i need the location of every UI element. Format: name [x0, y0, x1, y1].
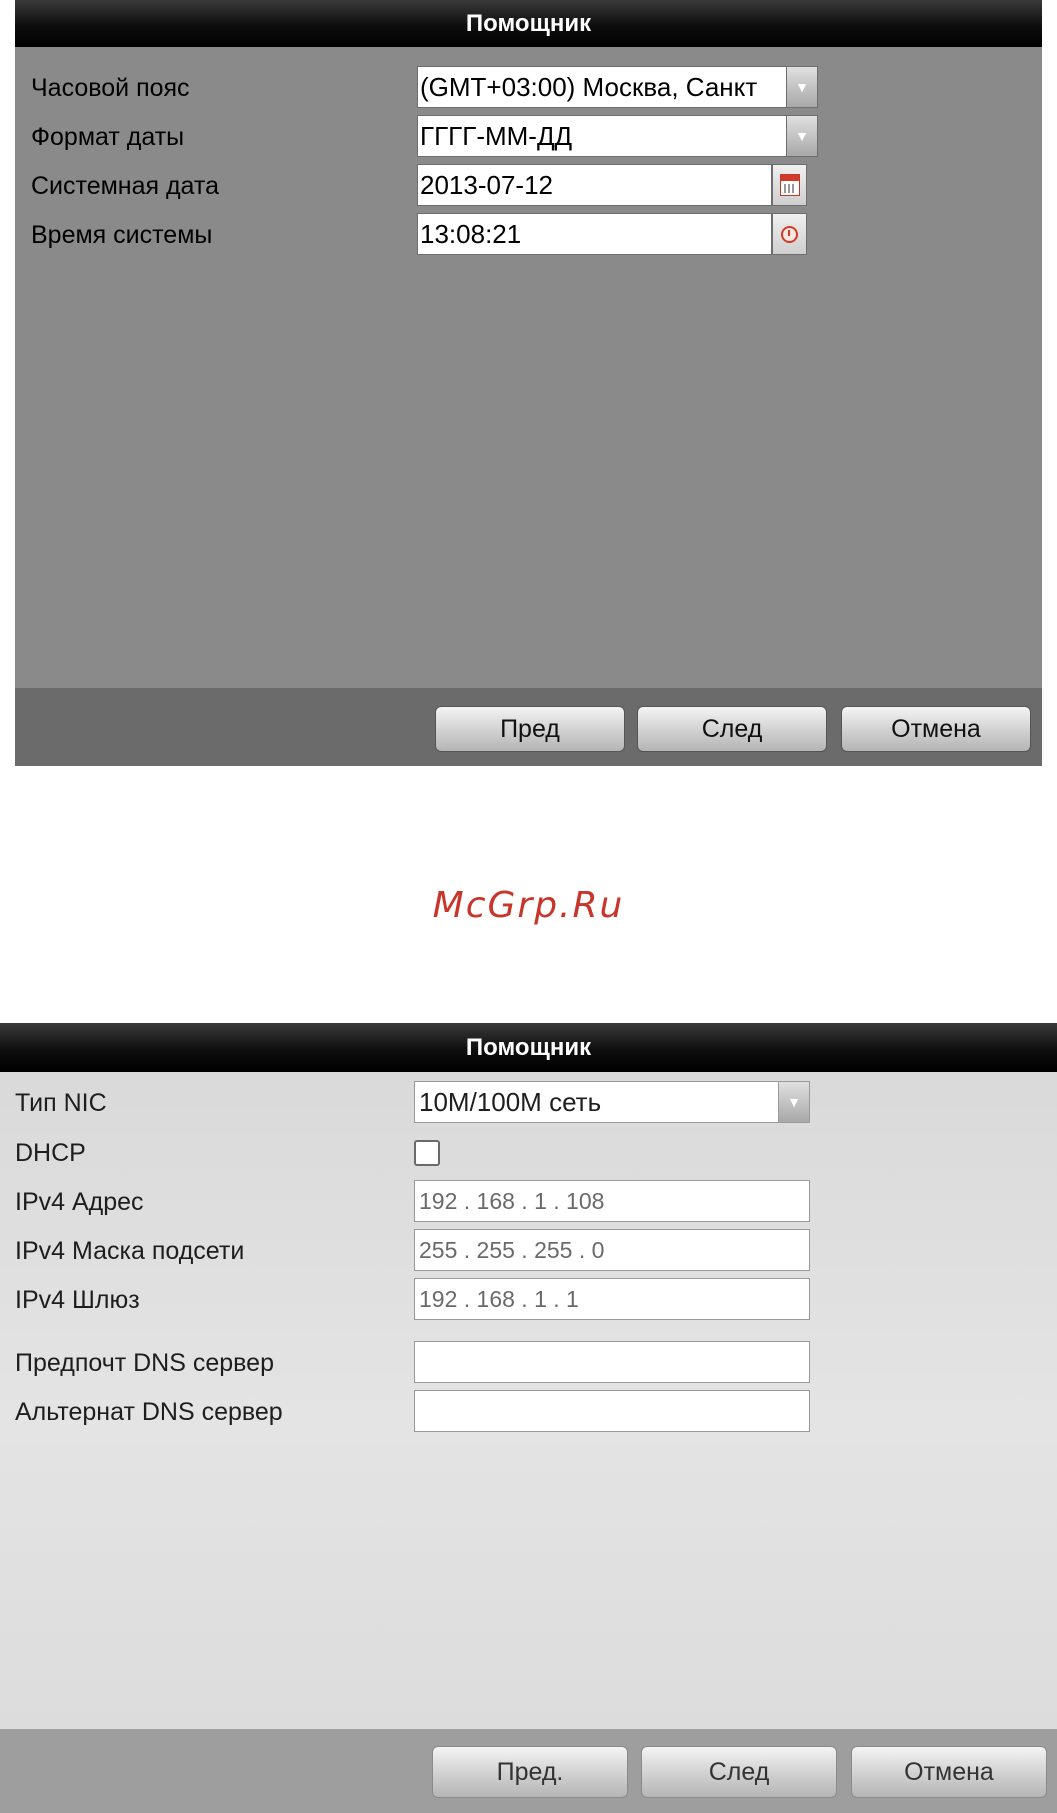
wizard-datetime-panel: Помощник Часовой пояс (GMT+03:00) Москва… — [15, 0, 1042, 766]
system-time-label: Время системы — [31, 221, 213, 249]
system-date-label: Системная дата — [31, 172, 219, 200]
chevron-down-icon[interactable]: ▼ — [778, 1081, 810, 1123]
dhcp-label: DHCP — [15, 1139, 86, 1167]
calendar-icon — [780, 174, 800, 196]
chevron-down-icon[interactable]: ▼ — [786, 66, 818, 108]
clock-icon — [781, 226, 798, 243]
system-date-input[interactable]: 2013-07-12 — [417, 164, 772, 206]
wizard-network-panel: Помощник Тип NIC 10M/100M сеть ▼ DHCP IP… — [0, 1023, 1057, 1813]
timezone-label: Часовой пояс — [31, 74, 190, 102]
ipv4-gateway-input[interactable]: 192 . 168 . 1 . 1 — [414, 1278, 810, 1320]
cancel-button[interactable]: Отмена — [841, 706, 1031, 752]
alternate-dns-input[interactable] — [414, 1390, 810, 1432]
system-time-input[interactable]: 13:08:21 — [417, 213, 772, 255]
wizard-footer: Пред. След Отмена — [0, 1729, 1057, 1813]
calendar-button[interactable] — [772, 164, 807, 206]
preferred-dns-label: Предпочт DNS сервер — [15, 1349, 274, 1377]
wizard-title: Помощник — [0, 1023, 1057, 1072]
chevron-down-icon[interactable]: ▼ — [786, 115, 818, 157]
ipv4-address-input[interactable]: 192 . 168 . 1 . 108 — [414, 1180, 810, 1222]
timezone-select[interactable]: (GMT+03:00) Москва, Санкт — [417, 66, 802, 108]
preferred-dns-input[interactable] — [414, 1341, 810, 1383]
ipv4-mask-input[interactable]: 255 . 255 . 255 . 0 — [414, 1229, 810, 1271]
ipv4-mask-label: IPv4 Маска подсети — [15, 1237, 245, 1265]
nic-type-label: Тип NIC — [15, 1089, 107, 1117]
ipv4-gateway-label: IPv4 Шлюз — [15, 1286, 140, 1314]
cancel-button[interactable]: Отмена — [851, 1746, 1047, 1798]
clock-button[interactable] — [772, 213, 807, 255]
date-format-select[interactable]: ГГГГ-ММ-ДД — [417, 115, 802, 157]
wizard-footer: Пред След Отмена — [15, 688, 1042, 766]
watermark-text: McGrp.Ru — [432, 885, 625, 926]
wizard-title: Помощник — [15, 0, 1042, 47]
alternate-dns-label: Альтернат DNS сервер — [15, 1398, 283, 1426]
next-button[interactable]: След — [641, 1746, 837, 1798]
ipv4-address-label: IPv4 Адрес — [15, 1188, 144, 1216]
nic-type-select[interactable]: 10M/100M сеть — [414, 1081, 780, 1123]
prev-button[interactable]: Пред — [435, 706, 625, 752]
prev-button[interactable]: Пред. — [432, 1746, 628, 1798]
dhcp-checkbox[interactable] — [414, 1140, 440, 1166]
next-button[interactable]: След — [637, 706, 827, 752]
date-format-label: Формат даты — [31, 123, 185, 151]
